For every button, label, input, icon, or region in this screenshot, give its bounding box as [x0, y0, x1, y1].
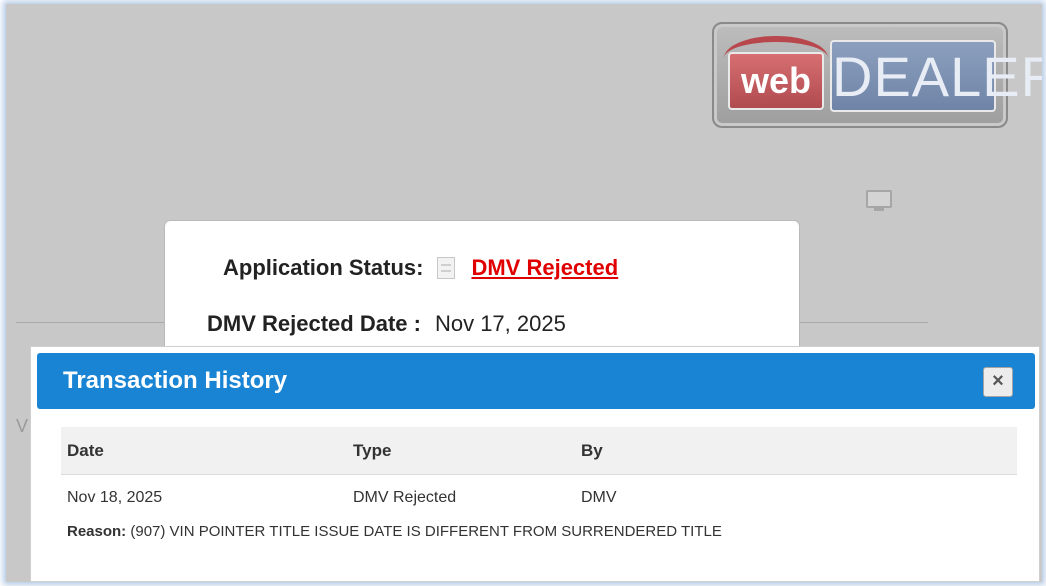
table-header-row: Date Type By: [61, 427, 1017, 475]
close-button[interactable]: ×: [983, 367, 1013, 397]
background-partial-text: V: [16, 416, 29, 436]
reason-line: Reason: (907) VIN POINTER TITLE ISSUE DA…: [61, 523, 1017, 540]
header-date: Date: [67, 440, 104, 460]
logo-web-text: web: [728, 52, 824, 110]
row-type: DMV Rejected: [353, 489, 457, 506]
row-date: Nov 18, 2025: [67, 489, 163, 506]
table-row: Nov 18, 2025 DMV Rejected DMV: [61, 475, 1017, 521]
monitor-icon[interactable]: [866, 190, 892, 211]
application-status-link[interactable]: DMV Rejected: [471, 255, 618, 281]
reason-label: Reason:: [67, 523, 127, 540]
modal-title: Transaction History: [63, 367, 288, 394]
header-type: Type: [353, 440, 392, 460]
rejected-date-label: DMV Rejected Date :: [207, 311, 421, 336]
rejected-date-value: Nov 17, 2025: [434, 311, 566, 336]
rejected-date-row: DMV Rejected Date : Nov 17, 2025: [207, 311, 566, 337]
logo-dealer-text: DEALER: [830, 40, 1042, 112]
webdealer-logo: web DEALER: [712, 22, 1042, 128]
application-status-label: Application Status:: [223, 255, 424, 280]
application-status-card: Application Status: DMV Rejected DMV Rej…: [164, 220, 800, 360]
modal-header: Transaction History: [37, 353, 1035, 409]
reason-text: (907) VIN POINTER TITLE ISSUE DATE IS DI…: [126, 523, 722, 540]
header-by: By: [581, 440, 603, 460]
transaction-history-modal: Transaction History × Date Type By Nov 1…: [30, 346, 1040, 582]
row-by: DMV: [581, 489, 617, 506]
transaction-table: Date Type By Nov 18, 2025 DMV Rejected D…: [61, 427, 1017, 540]
application-status-row: Application Status: DMV Rejected: [223, 255, 618, 281]
document-icon[interactable]: [437, 257, 456, 279]
